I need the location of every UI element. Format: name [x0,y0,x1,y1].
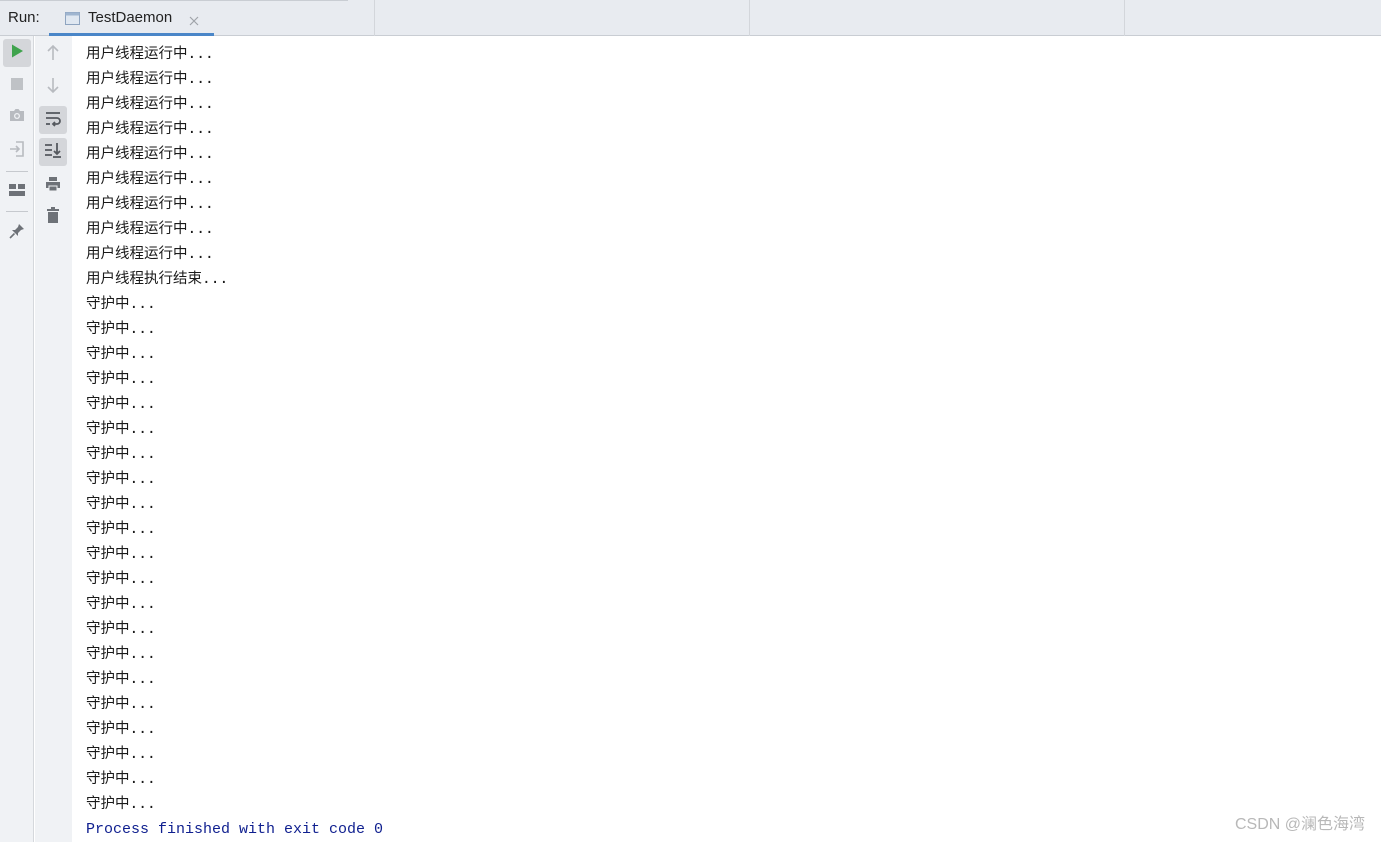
console-line: 守护中... [86,671,156,687]
console-line: 守护中... [86,696,156,712]
console-line: 用户线程运行中... [86,71,214,87]
header-divider [749,0,750,36]
console-line: 守护中... [86,721,156,737]
console-line: 守护中... [86,746,156,762]
console-line: 守护中... [86,346,156,362]
console-line: 守护中... [86,446,156,462]
console-line: 守护中... [86,521,156,537]
tab-title: TestDaemon [88,9,173,26]
run-tool-window: Run: TestDaemon 用户线程运行中... 用户线程运行中... 用户… [0,0,1381,842]
scroll-to-end-icon [44,141,62,163]
console-line: 守护中... [86,471,156,487]
clear-all-button[interactable] [39,203,67,231]
arrow-down-icon [45,76,61,98]
console-line: 用户线程运行中... [86,246,214,262]
tab-testdaemon[interactable]: TestDaemon [49,0,214,36]
console-line: 用户线程运行中... [86,96,214,112]
console-line: 守护中... [86,396,156,412]
watermark: CSDN @澜色海湾 [1234,816,1365,833]
print-button[interactable] [39,172,67,200]
header-divider [374,0,375,36]
console-line: 守护中... [86,321,156,337]
run-label: Run: [8,9,40,26]
run-config-icon [65,10,80,25]
console-line: 用户线程运行中... [86,221,214,237]
console-line: 用户线程运行中... [86,171,214,187]
stop-button[interactable] [3,71,31,99]
close-icon[interactable] [188,12,200,26]
pin-tab-button[interactable] [3,219,31,247]
console-line: 用户线程运行中... [86,121,214,137]
stop-icon [10,76,24,95]
restore-layout-button[interactable] [3,137,31,165]
pin-icon [8,222,26,244]
console-line: 用户线程执行结束... [86,271,229,287]
console-line: 守护中... [86,371,156,387]
run-actions-toolbar [0,36,34,842]
console-line: 守护中... [86,571,156,587]
toolbar-separator [6,171,28,172]
dump-threads-button[interactable] [3,103,31,131]
login-icon [8,140,26,162]
camera-icon [8,107,26,127]
trash-icon [45,206,61,228]
process-exit-message: Process finished with exit code 0 [86,821,384,838]
console-line: 守护中... [86,546,156,562]
console-line: 用户线程运行中... [86,196,214,212]
rerun-button[interactable] [3,39,31,67]
header-divider [1124,0,1125,36]
rerun-icon [9,43,25,63]
console-line: 守护中... [86,596,156,612]
console-lines: 用户线程运行中... 用户线程运行中... 用户线程运行中... 用户线程运行中...… [86,36,383,842]
run-panel-header: Run: TestDaemon [0,0,1381,36]
print-icon [44,175,62,197]
arrow-up-icon [45,44,61,66]
soft-wrap-icon [44,109,62,131]
console-actions-toolbar [35,36,72,842]
layout-button[interactable] [3,178,31,206]
console-line: 守护中... [86,796,156,812]
scroll-to-end-toggle[interactable] [39,138,67,166]
console-line: 守护中... [86,421,156,437]
console-line: 守护中... [86,296,156,312]
console-line: 守护中... [86,646,156,662]
layout-icon [8,182,26,202]
console-line: 守护中... [86,771,156,787]
toolbar-separator [6,211,28,212]
soft-wrap-toggle[interactable] [39,106,67,134]
console-line: 用户线程运行中... [86,146,214,162]
console-line: 守护中... [86,496,156,512]
console-line: 守护中... [86,621,156,637]
console-line: 用户线程运行中... [86,46,214,62]
previous-occurrence-button[interactable] [39,41,67,69]
next-occurrence-button[interactable] [39,73,67,101]
console-output[interactable]: 用户线程运行中... 用户线程运行中... 用户线程运行中... 用户线程运行中...… [72,36,1381,842]
